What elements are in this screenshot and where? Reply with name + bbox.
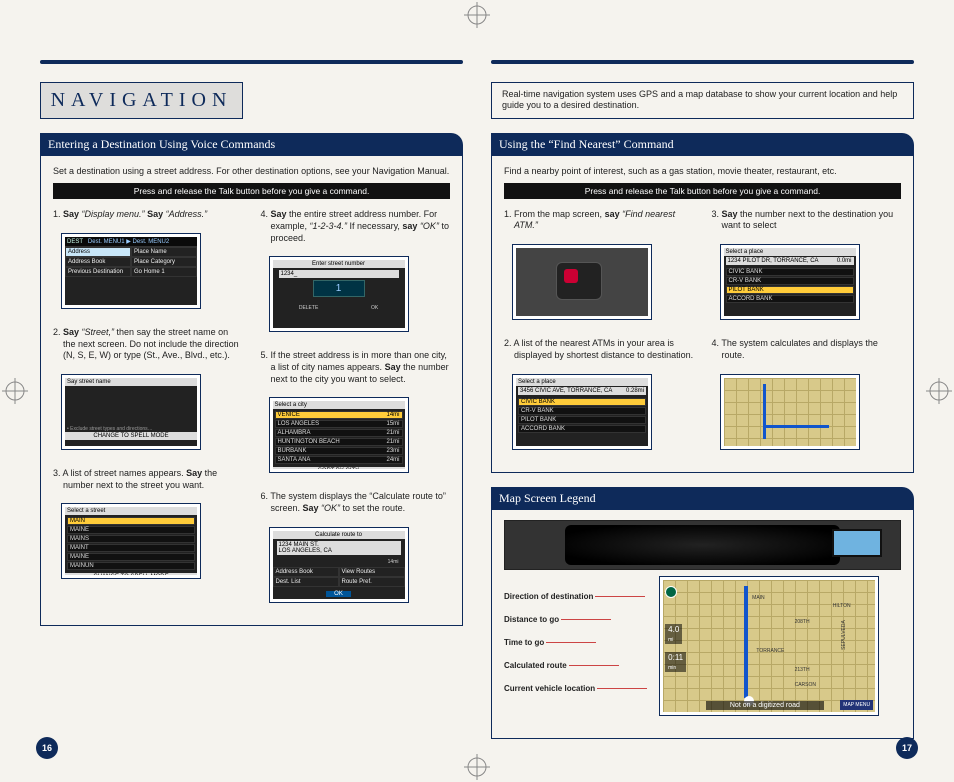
title-row: NAVIGATION: [40, 82, 463, 119]
crop-mark-bottom: [464, 754, 490, 780]
spread: NAVIGATION Entering a Destination Using …: [0, 0, 954, 759]
screenshot-talk-button: [512, 244, 652, 320]
steps-columns: 1. From the map screen, say “Find neares…: [504, 209, 901, 458]
step-6: 6. The system displays the “Calculate ro…: [271, 491, 451, 514]
title-text: NAVIGATION: [51, 89, 233, 111]
step-2: 2. Say “Street,” then say the street nam…: [63, 327, 243, 362]
step-4: 4. Say the entire street address number.…: [271, 209, 451, 244]
steps-columns: 1. Say “Display menu.” Say “Address.” DE…: [53, 209, 450, 611]
talk-hint-bar: Press and release the Talk button before…: [504, 183, 901, 199]
section-map-legend: Map Screen Legend Direction of destinati…: [491, 487, 914, 739]
crop-mark-top: [464, 2, 490, 28]
description-box: Real-time navigation system uses GPS and…: [491, 82, 914, 119]
crop-mark-right: [926, 378, 952, 404]
step-2: 2. A list of the nearest ATMs in your ar…: [514, 338, 694, 361]
legend-route: Calculated route: [504, 661, 647, 670]
page-left: NAVIGATION Entering a Destination Using …: [40, 60, 463, 739]
col-left: 1. Say “Display menu.” Say “Address.” DE…: [53, 209, 243, 611]
screenshot-calc-route: Calculate route to 1234 MAIN ST. LOS ANG…: [269, 527, 409, 603]
legend-time: Time to go: [504, 638, 647, 647]
crop-mark-left: [2, 378, 28, 404]
talk-hint-bar: Press and release the Talk button before…: [53, 183, 450, 199]
title-box: NAVIGATION: [40, 82, 243, 119]
section-heading: Using the “Find Nearest” Command: [491, 133, 914, 156]
screenshot-street-number: Enter street number 1234_ 1 DELETEOK: [269, 256, 409, 332]
col-left: 1. From the map screen, say “Find neares…: [504, 209, 694, 458]
section-heading: Entering a Destination Using Voice Comma…: [40, 133, 463, 156]
screenshot-route-map: [720, 374, 860, 450]
legend-current: Current vehicle location: [504, 684, 647, 693]
legend-row: Direction of destination Distance to go …: [504, 574, 901, 724]
screenshot-select-city: Select a city VENICE14mi LOS ANGELES15mi…: [269, 397, 409, 473]
legend-direction: Direction of destination: [504, 592, 647, 601]
intro-text: Set a destination using a street address…: [53, 166, 450, 177]
section-body: Direction of destination Distance to go …: [491, 510, 914, 739]
page-number-right: 17: [896, 737, 918, 759]
step-1: 1. Say “Display menu.” Say “Address.”: [63, 209, 243, 221]
screenshot-say-street: Say street name • Exclude street types a…: [61, 374, 201, 450]
legend-labels: Direction of destination Distance to go …: [504, 574, 647, 724]
page-number-left: 16: [36, 737, 58, 759]
screenshot-atm-select: Select a place 1234 PILOT DR, TORRANCE, …: [720, 244, 860, 320]
screenshot-select-street: Select a street MAIN MAINE MAINS MAINT M…: [61, 503, 201, 579]
step-5: 5. If the street address is in more than…: [271, 350, 451, 385]
screenshot-atm-list: Select a place 3456 CIVIC AVE, TORRANCE,…: [512, 374, 652, 450]
step-3: 3. A list of street names appears. Say t…: [63, 468, 243, 491]
top-rule: [491, 60, 914, 64]
top-rule: [40, 60, 463, 64]
screenshot-dest-menu: DEST Dest. MENU1 ▶ Dest. MENU2 AddressPl…: [61, 233, 201, 309]
page-right: Real-time navigation system uses GPS and…: [491, 60, 914, 739]
step-4: 4. The system calculates and displays th…: [722, 338, 902, 361]
section-find-nearest: Using the “Find Nearest” Command Find a …: [491, 133, 914, 473]
col-right: 4. Say the entire street address number.…: [261, 209, 451, 611]
col-right: 3. Say the number next to the destinatio…: [712, 209, 902, 458]
step-3: 3. Say the number next to the destinatio…: [722, 209, 902, 232]
section-heading: Map Screen Legend: [491, 487, 914, 510]
step-1: 1. From the map screen, say “Find neares…: [514, 209, 694, 232]
section-body: Find a nearby point of interest, such as…: [491, 156, 914, 473]
section-body: Set a destination using a street address…: [40, 156, 463, 626]
intro-text: Find a nearby point of interest, such as…: [504, 166, 901, 177]
legend-distance: Distance to go: [504, 615, 647, 624]
section-entering-destination: Entering a Destination Using Voice Comma…: [40, 133, 463, 626]
screenshot-map-legend: 4.0mi 0:11min MAIN 208TH TORRANCE 213TH …: [659, 576, 879, 716]
car-interior-image: [504, 520, 901, 570]
